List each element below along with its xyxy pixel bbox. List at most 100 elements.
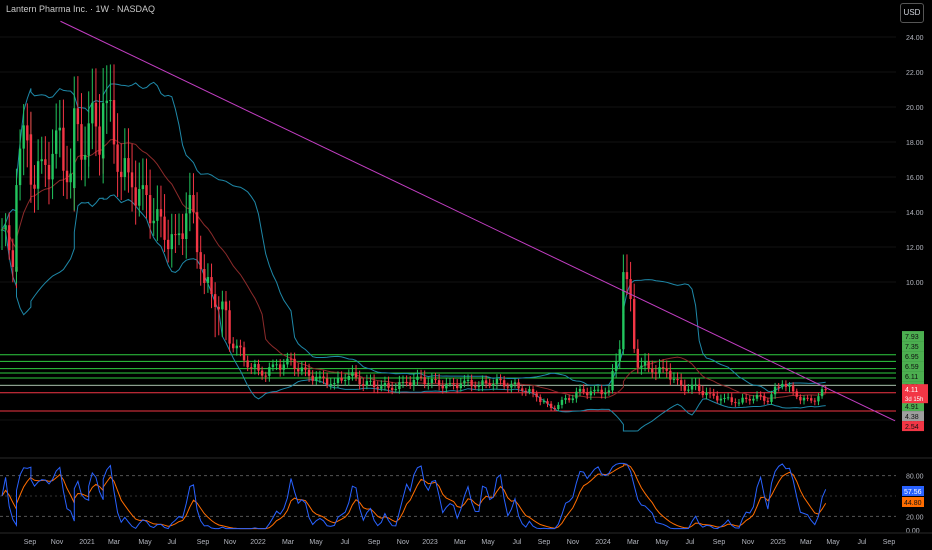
candle-body [58,127,62,131]
candle-body [398,382,401,390]
candle-body [98,126,101,155]
horizontal-levels [0,354,896,412]
candle-body [687,389,690,391]
candle-body [170,234,173,250]
candle-body [535,393,538,398]
candle-body [242,347,246,361]
candle-body [239,345,242,348]
candle-body [185,213,188,239]
price-level-label-text: 7.93 [905,334,919,341]
candle-body [492,383,495,386]
candle-body [430,379,434,384]
candle-body [325,378,329,386]
candle-body [409,382,412,386]
candle-body [423,377,426,385]
candle-body [708,392,712,394]
candle-body [802,397,806,401]
candle-body [806,397,809,399]
candle-body [777,386,780,388]
candle-body [470,379,473,387]
candle-body [445,383,448,389]
oscillator-tick-label: 80.00 [906,474,924,481]
candle-body [83,154,87,160]
candle-body [105,100,108,104]
candle-body [506,386,509,388]
candle-body [195,212,199,253]
price-chart[interactable]: 24.00 22.00 20.00 18.00 16.00 14.00 12.00 10.00… [0,0,932,550]
candle-body [723,397,726,399]
candle-body [354,372,358,378]
candle-body [156,209,159,221]
candle-body [553,407,556,409]
price-level-label-text: 6.59 [905,364,919,371]
candle-body [365,381,369,386]
candle-body [394,389,397,391]
time-tick-label: Mar [108,539,121,546]
price-level-label-text: 4.38 [905,414,919,421]
candle-body [18,148,22,186]
time-tick-label: Sep [538,539,551,546]
time-tick-label: Jul [686,539,695,546]
candle-body [734,402,737,404]
candle-body [29,134,33,185]
candle-body [593,389,596,392]
time-tick-label: Mar [454,539,467,546]
candle-body [73,108,76,189]
candle-body [564,398,567,400]
candle-body [582,388,585,393]
time-tick-label: May [309,539,323,546]
candle-body [604,392,607,395]
time-tick-label: 2025 [770,539,786,546]
candle-body [210,277,213,295]
candle-body [307,369,311,376]
candle-body [521,388,524,391]
candle-body [380,386,383,389]
time-tick-label: 2024 [595,539,611,546]
candles [0,64,827,412]
candle-body [275,364,278,366]
time-tick-label: May [655,539,669,546]
candle-body [112,100,116,145]
candle-body [333,383,336,385]
candle-body [784,383,788,387]
candle-body [524,390,528,392]
candle-body [141,185,145,190]
candle-body [206,277,210,283]
candle-body [528,389,531,392]
candle-body [268,367,271,376]
price-tick-label: 16.00 [906,175,924,182]
candle-body [278,364,282,370]
time-tick-label: Sep [24,539,37,546]
candle-body [600,389,603,395]
candle-body [130,172,134,188]
candle-body [748,398,752,401]
oscillator-tick-label: 20.00 [906,514,924,521]
candle-body [755,394,759,399]
candle-body [221,301,224,310]
price-tick-label: 18.00 [906,140,924,147]
candle-body [76,108,80,125]
candle-body [412,379,416,386]
candle-body [166,239,170,250]
price-tick-label: 14.00 [906,210,924,217]
candle-body [22,125,25,149]
candle-body [372,380,376,388]
candle-body [69,173,72,183]
candle-body [300,367,304,372]
candle-body [622,272,625,314]
candle-body [763,395,766,401]
candle-body [159,209,163,217]
moving-average-line [1,138,826,399]
oscillator-tick-label: 0.00 [906,528,920,535]
candle-body [80,124,83,160]
time-tick-label: Sep [883,539,896,546]
time-tick-label: Jul [168,539,177,546]
candle-body [578,388,582,392]
candle-body [192,195,195,213]
candle-body [741,397,744,403]
candle-body [286,358,289,365]
candle-body [336,377,340,384]
candle-body [329,383,332,386]
candle-body [636,348,640,368]
candle-body [502,380,506,387]
